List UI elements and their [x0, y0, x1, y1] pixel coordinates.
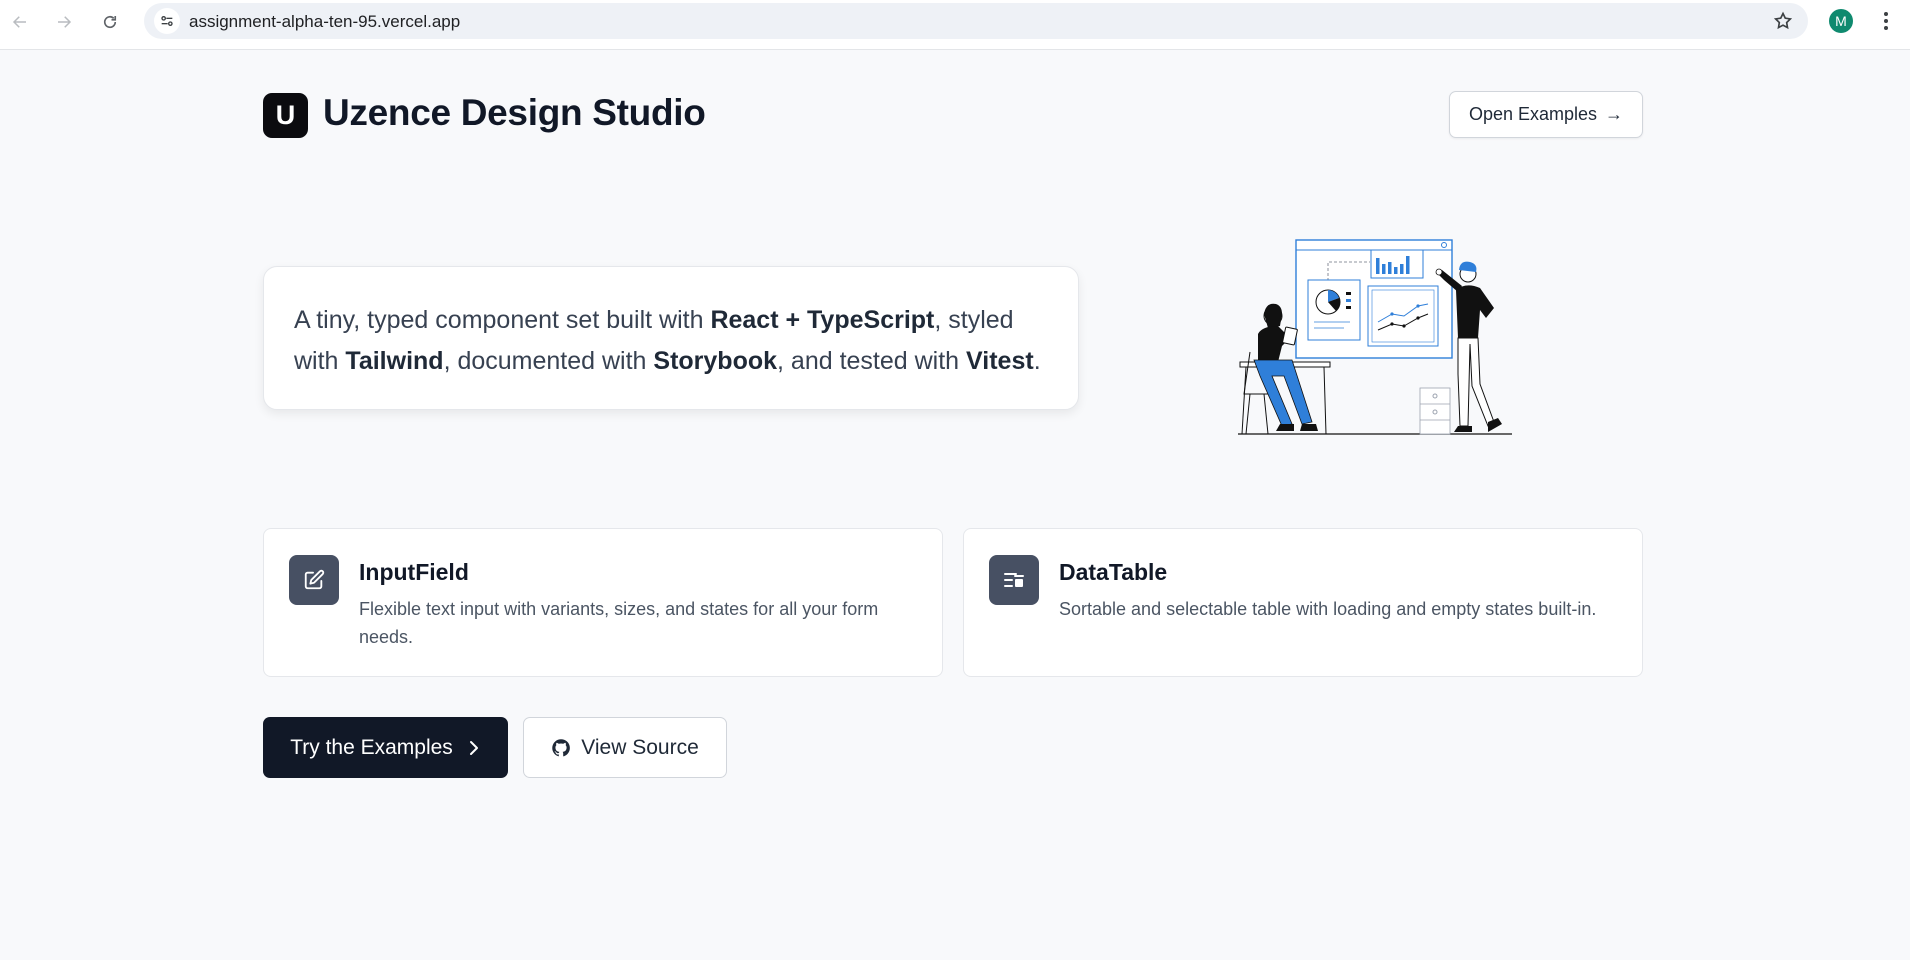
- browser-toolbar: assignment-alpha-ten-95.vercel.app M: [0, 0, 1910, 50]
- intro-text: , and tested with: [777, 347, 967, 375]
- view-source-label: View Source: [581, 735, 699, 759]
- feature-title: InputField: [359, 559, 469, 585]
- intro-text: .: [1033, 347, 1041, 375]
- feature-description: Flexible text input with variants, sizes…: [359, 599, 879, 647]
- feature-card-datatable[interactable]: DataTable Sortable and selectable table …: [963, 528, 1643, 677]
- hero-illustration: [1238, 239, 1512, 435]
- arrow-right-icon: →: [1605, 104, 1624, 124]
- intro-card: A tiny, typed component set built with R…: [263, 266, 1079, 410]
- feature-description: Sortable and selectable table with loadi…: [1059, 599, 1597, 619]
- intro-highlight-vitest: Vitest: [966, 347, 1034, 375]
- site-info-icon[interactable]: [154, 8, 180, 34]
- address-bar[interactable]: assignment-alpha-ten-95.vercel.app: [144, 3, 1808, 39]
- chevron-right-icon: [469, 740, 478, 755]
- try-examples-label: Try the Examples: [290, 735, 453, 759]
- url-text[interactable]: assignment-alpha-ten-95.vercel.app: [189, 12, 460, 32]
- try-examples-button[interactable]: Try the Examples: [263, 717, 508, 778]
- logo: U: [263, 93, 308, 138]
- reload-icon: [103, 15, 117, 29]
- view-source-button[interactable]: View Source: [523, 717, 727, 778]
- arrow-right-icon: [58, 16, 72, 28]
- open-examples-label: Open Examples: [1468, 104, 1598, 124]
- bookmark-star-icon[interactable]: [1773, 11, 1793, 31]
- reload-button[interactable]: [97, 9, 123, 35]
- github-icon: [552, 738, 571, 756]
- profile-avatar[interactable]: M: [1829, 9, 1853, 33]
- browser-menu-icon[interactable]: [1876, 10, 1896, 32]
- back-button[interactable]: [7, 9, 33, 35]
- intro-highlight-storybook: Storybook: [653, 347, 778, 375]
- intro-text: , documented with: [443, 347, 654, 375]
- edit-icon: [289, 555, 339, 605]
- table-icon: [989, 555, 1039, 605]
- feature-title: DataTable: [1059, 559, 1168, 585]
- feature-card-inputfield[interactable]: InputField Flexible text input with vari…: [263, 528, 943, 677]
- intro-highlight-tailwind: Tailwind: [345, 347, 444, 375]
- intro-highlight-react: React + TypeScript: [710, 306, 935, 334]
- arrow-left-icon: [12, 16, 26, 28]
- open-examples-button[interactable]: Open Examples →: [1449, 91, 1643, 138]
- forward-button[interactable]: [51, 9, 77, 35]
- intro-text: A tiny, typed component set built with: [294, 306, 711, 334]
- page-title: Uzence Design Studio: [323, 92, 706, 133]
